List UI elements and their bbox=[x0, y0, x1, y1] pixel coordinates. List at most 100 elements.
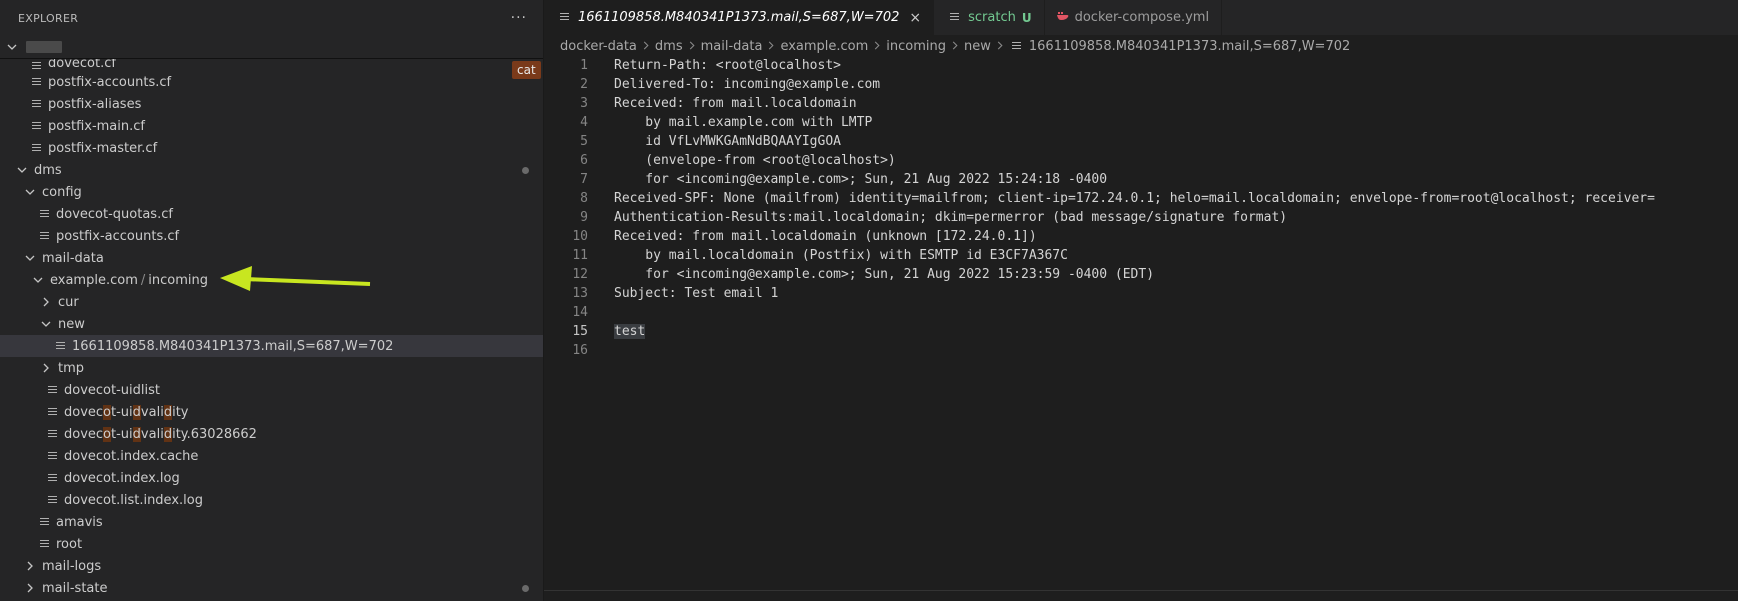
tree-item-label: new bbox=[58, 316, 85, 332]
docker-whale-icon bbox=[1056, 11, 1069, 24]
tree-file[interactable]: postfix-master.cf bbox=[0, 137, 543, 159]
line-text: test bbox=[614, 324, 646, 339]
code-line[interactable]: 1 Return-Path: <root@localhost> bbox=[544, 56, 1738, 75]
code-line[interactable]: 8 Received-SPF: None (mailfrom) identity=… bbox=[544, 189, 1738, 208]
tree-item-label: mail-data bbox=[42, 250, 104, 266]
tree-item-label: postfix-main.cf bbox=[48, 118, 145, 134]
line-text: for <incoming@example.com>; Sun, 21 Aug … bbox=[614, 267, 1155, 282]
tree-file[interactable]: amavis bbox=[0, 511, 543, 533]
tree-file[interactable]: postfix-aliases bbox=[0, 93, 543, 115]
code-line[interactable]: 9 Authentication-Results:mail.localdomain… bbox=[544, 208, 1738, 227]
line-text: id VfLvMWKGAmNdBQAAYIgGOA bbox=[614, 134, 841, 149]
line-number: 8 bbox=[580, 191, 588, 206]
workspace-root-row[interactable] bbox=[0, 36, 543, 58]
line-number: 13 bbox=[572, 286, 588, 301]
breadcrumb-item[interactable]: new bbox=[964, 39, 991, 54]
file-lines-icon bbox=[52, 341, 68, 351]
chevron-down-icon bbox=[14, 165, 30, 175]
tree-file[interactable]: root bbox=[0, 533, 543, 555]
tree-folder[interactable]: dms bbox=[0, 159, 543, 181]
code-line[interactable]: 16 bbox=[544, 341, 1738, 360]
breadcrumb-item[interactable]: mail-data bbox=[701, 39, 763, 54]
code-line[interactable]: 5 id VfLvMWKGAmNdBQAAYIgGOA bbox=[544, 132, 1738, 151]
code-line[interactable]: 11 by mail.localdomain (Postfix) with ES… bbox=[544, 246, 1738, 265]
line-text: Received: from mail.localdomain (unknown… bbox=[614, 229, 1037, 244]
code-line[interactable]: 4 by mail.example.com with LMTP bbox=[544, 113, 1738, 132]
explorer-title: EXPLORER bbox=[18, 11, 79, 25]
tree-folder[interactable]: tmp bbox=[0, 357, 543, 379]
line-number: 2 bbox=[580, 77, 588, 92]
tree-item-label: postfix-accounts.cf bbox=[48, 74, 172, 90]
tree-file[interactable]: 1661109858.M840341P1373.mail,S=687,W=702 bbox=[0, 335, 543, 357]
code-line[interactable]: 13 Subject: Test email 1 bbox=[544, 284, 1738, 303]
code-line[interactable]: 7 for <incoming@example.com>; Sun, 21 Au… bbox=[544, 170, 1738, 189]
tree-item-label: dovecot.cf bbox=[48, 59, 116, 71]
tree-item-label: postfix-accounts.cf bbox=[56, 228, 180, 244]
tree-item-label: root bbox=[56, 536, 83, 552]
code-line[interactable]: 10 Received: from mail.localdomain (unkno… bbox=[544, 227, 1738, 246]
tree-file[interactable]: dovecot-uidvalidity.63028662 bbox=[0, 423, 543, 445]
line-text: for <incoming@example.com>; Sun, 21 Aug … bbox=[614, 172, 1108, 187]
tree-file[interactable]: dovecot.cf bbox=[0, 59, 543, 71]
chevron-right-icon bbox=[688, 39, 696, 54]
chevron-right-icon bbox=[642, 39, 650, 54]
tree-folder[interactable]: mail-logs bbox=[0, 555, 543, 577]
tree-folder[interactable]: config bbox=[0, 181, 543, 203]
tree-file[interactable]: dovecot-quotas.cf bbox=[0, 203, 543, 225]
line-number: 15 bbox=[572, 324, 588, 339]
horizontal-scrollbar[interactable] bbox=[544, 590, 1738, 591]
tree-folder[interactable]: cur bbox=[0, 291, 543, 313]
tree-file[interactable]: dovecot.list.index.log bbox=[0, 489, 543, 511]
tree-file[interactable]: dovecot-uidlist bbox=[0, 379, 543, 401]
close-icon[interactable]: × bbox=[909, 10, 921, 26]
file-lines-icon bbox=[36, 209, 52, 219]
chevron-right-icon bbox=[38, 363, 54, 373]
tree-item-label: cur bbox=[58, 294, 79, 310]
tree-item-label: mail-state bbox=[42, 580, 108, 596]
line-number: 7 bbox=[580, 172, 588, 187]
editor-tab[interactable]: scratch U bbox=[934, 0, 1045, 35]
tree-folder[interactable]: new bbox=[0, 313, 543, 335]
breadcrumb-item[interactable]: example.com bbox=[780, 39, 868, 54]
more-actions-icon[interactable]: ··· bbox=[511, 10, 527, 26]
editor-tab[interactable]: docker-compose.yml bbox=[1045, 0, 1223, 35]
code-line[interactable]: 12 for <incoming@example.com>; Sun, 21 A… bbox=[544, 265, 1738, 284]
file-lines-icon bbox=[44, 495, 60, 505]
code-line[interactable]: 2 Delivered-To: incoming@example.com bbox=[544, 75, 1738, 94]
file-lines-icon bbox=[1009, 41, 1025, 51]
code-line[interactable]: 3 Received: from mail.localdomain bbox=[544, 94, 1738, 113]
tree-file[interactable]: dovecot-uidvalidity bbox=[0, 401, 543, 423]
tree-file[interactable]: dovecot.index.log bbox=[0, 467, 543, 489]
tree-item-label: postfix-aliases bbox=[48, 96, 142, 112]
chevron-right-icon bbox=[22, 583, 38, 593]
cat-badge: cat bbox=[512, 61, 541, 79]
line-number: 1 bbox=[580, 58, 588, 73]
tree-item-label: example.com / incoming bbox=[50, 273, 208, 288]
tree-file[interactable]: postfix-main.cf bbox=[0, 115, 543, 137]
tree-item-label: dms bbox=[34, 162, 62, 178]
tree-folder[interactable]: mail-state bbox=[0, 577, 543, 599]
file-lines-icon bbox=[28, 62, 44, 71]
code-line[interactable]: 6 (envelope-from <root@localhost>) bbox=[544, 151, 1738, 170]
breadcrumb-item[interactable]: dms bbox=[655, 39, 683, 54]
file-lines-icon bbox=[28, 77, 44, 87]
code-line[interactable]: 15 test bbox=[544, 322, 1738, 341]
code-line[interactable]: 14 bbox=[544, 303, 1738, 322]
tree-file[interactable]: dovecot.index.cache bbox=[0, 445, 543, 467]
file-lines-icon bbox=[44, 473, 60, 483]
line-text: (envelope-from <root@localhost>) bbox=[614, 153, 896, 168]
line-number: 4 bbox=[580, 115, 588, 130]
breadcrumb-item[interactable]: 1661109858.M840341P1373.mail,S=687,W=702 bbox=[1029, 39, 1350, 54]
tree-item-label: config bbox=[42, 184, 82, 200]
breadcrumb-item[interactable]: incoming bbox=[886, 39, 946, 54]
tree-file[interactable]: postfix-accounts.cf bbox=[0, 225, 543, 247]
editor-tab[interactable]: 1661109858.M840341P1373.mail,S=687,W=702… bbox=[544, 0, 935, 35]
file-lines-icon bbox=[44, 407, 60, 417]
tree-file[interactable]: postfix-accounts.cf bbox=[0, 71, 543, 93]
tab-label: scratch bbox=[968, 10, 1016, 25]
code-editor[interactable]: 1 Return-Path: <root@localhost> 2 Delivered… bbox=[544, 56, 1738, 360]
chevron-down-icon bbox=[38, 319, 54, 329]
breadcrumb-item[interactable]: docker-data bbox=[560, 39, 637, 54]
chevron-right-icon bbox=[767, 39, 775, 54]
file-lines-icon bbox=[28, 99, 44, 109]
